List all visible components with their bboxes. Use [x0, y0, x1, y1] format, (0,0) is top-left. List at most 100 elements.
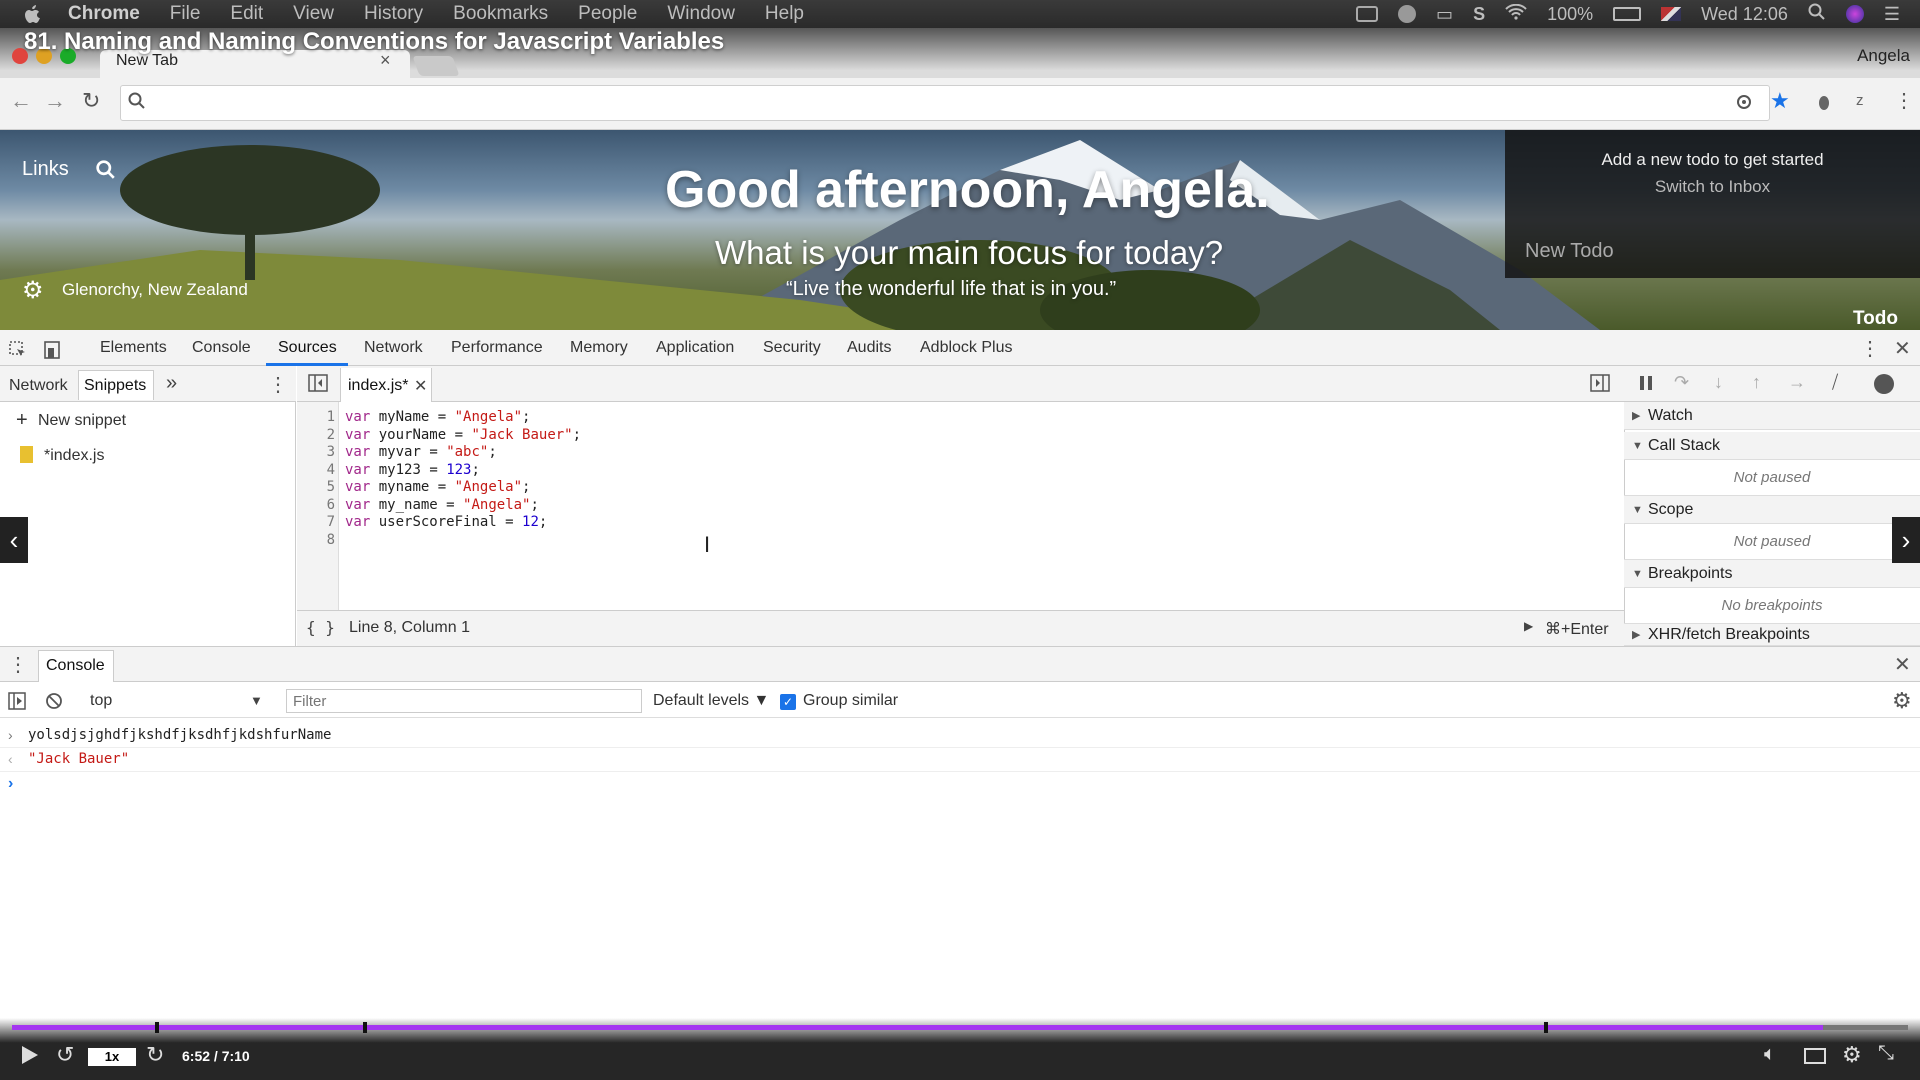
- snippet-file-item[interactable]: *index.js: [44, 447, 104, 465]
- previous-lecture-button[interactable]: ‹: [0, 517, 28, 563]
- chapter-marker[interactable]: [363, 1022, 367, 1033]
- fullscreen-exit-icon[interactable]: ⤡: [1878, 1042, 1894, 1065]
- inspect-element-icon[interactable]: [8, 340, 28, 365]
- menu-view[interactable]: View: [293, 3, 334, 25]
- forward-arrow-icon[interactable]: →: [44, 88, 66, 114]
- pretty-print-button[interactable]: { }: [306, 618, 335, 637]
- next-lecture-button[interactable]: ›: [1892, 517, 1920, 563]
- console-settings-gear-icon[interactable]: ⚙: [1892, 688, 1912, 714]
- run-icon[interactable]: ▶: [1524, 619, 1533, 633]
- tab-sources[interactable]: Sources: [278, 339, 337, 357]
- navigator-tab-network[interactable]: Network: [9, 377, 68, 395]
- navigator-menu-icon[interactable]: ⋮: [268, 372, 288, 397]
- code-line[interactable]: var myname = "Angela";: [345, 479, 530, 495]
- menu-edit[interactable]: Edit: [230, 3, 263, 25]
- search-icon[interactable]: [96, 160, 116, 185]
- chapter-marker[interactable]: [155, 1022, 159, 1033]
- xhr-breakpoints-section-header[interactable]: ▶ XHR/fetch Breakpoints: [1624, 624, 1920, 646]
- toggle-debugger-icon[interactable]: [1590, 374, 1610, 397]
- profile-name[interactable]: Angela: [1857, 46, 1910, 66]
- wifi-icon[interactable]: [1505, 3, 1527, 25]
- deactivate-breakpoints-icon[interactable]: ⧸: [1832, 372, 1838, 393]
- tab-console[interactable]: Console: [192, 339, 251, 357]
- screen-record-icon[interactable]: [1356, 6, 1379, 22]
- devtools-close-icon[interactable]: ✕: [1894, 336, 1911, 361]
- step-out-icon[interactable]: ↑: [1752, 372, 1761, 393]
- step-over-icon[interactable]: ↷: [1674, 372, 1689, 393]
- code-line[interactable]: var my123 = 123;: [345, 462, 480, 478]
- spotlight-icon[interactable]: [1808, 3, 1826, 26]
- breakpoints-section-header[interactable]: ▼ Breakpoints: [1624, 560, 1920, 588]
- tab-audits[interactable]: Audits: [847, 339, 891, 357]
- menu-people[interactable]: People: [578, 3, 637, 25]
- step-icon[interactable]: →: [1788, 372, 1806, 393]
- more-tabs-icon[interactable]: »: [166, 372, 177, 395]
- editor-tab-close-icon[interactable]: ✕: [414, 376, 427, 396]
- siri-icon[interactable]: [1845, 5, 1864, 23]
- extension-z-icon[interactable]: z: [1856, 92, 1864, 109]
- tab-adblock-plus[interactable]: Adblock Plus: [920, 339, 1013, 357]
- code-line[interactable]: var yourName = "Jack Bauer";: [345, 427, 581, 443]
- menu-app-name[interactable]: Chrome: [68, 3, 140, 25]
- forward-icon[interactable]: ↻: [146, 1042, 164, 1068]
- call-stack-section-header[interactable]: ▼ Call Stack: [1624, 432, 1920, 460]
- console-input-text[interactable]: yolsdjsjghdfjkshdfjksdhfjkdshfurName: [28, 727, 331, 743]
- group-similar-checkbox[interactable]: ✓: [780, 694, 796, 710]
- player-settings-icon[interactable]: ⚙: [1842, 1042, 1862, 1068]
- devtools-menu-icon[interactable]: ⋮: [1860, 336, 1880, 361]
- new-snippet-button[interactable]: New snippet: [38, 412, 126, 430]
- step-into-icon[interactable]: ↓: [1714, 372, 1723, 393]
- photo-location[interactable]: Glenorchy, New Zealand: [62, 280, 248, 300]
- clock[interactable]: Wed 12:06: [1701, 4, 1788, 25]
- bookmark-star-icon[interactable]: ★: [1770, 88, 1790, 114]
- tab-memory[interactable]: Memory: [570, 339, 628, 357]
- drawer-close-icon[interactable]: ✕: [1894, 652, 1911, 677]
- toggle-navigator-icon[interactable]: [308, 374, 328, 397]
- console-drawer-tab[interactable]: Console: [46, 657, 105, 675]
- console-sidebar-toggle-icon[interactable]: [8, 692, 26, 715]
- gear-icon[interactable]: ⚙: [22, 276, 44, 305]
- location-target-icon[interactable]: [1734, 92, 1754, 117]
- playback-speed-button[interactable]: 1x: [88, 1048, 136, 1066]
- menu-bookmarks[interactable]: Bookmarks: [453, 3, 548, 25]
- flag-icon[interactable]: [1661, 7, 1682, 21]
- code-line[interactable]: var myName = "Angela";: [345, 409, 530, 425]
- menu-history[interactable]: History: [364, 3, 423, 25]
- status-circle-icon[interactable]: [1398, 5, 1417, 23]
- code-line[interactable]: var myvar = "abc";: [345, 444, 497, 460]
- chapter-marker[interactable]: [1544, 1022, 1548, 1033]
- menu-help[interactable]: Help: [765, 3, 804, 25]
- daily-quote[interactable]: “Live the wonderful life that is in you.…: [786, 278, 1116, 301]
- drawer-menu-icon[interactable]: ⋮: [8, 652, 28, 677]
- pause-icon[interactable]: [1640, 376, 1652, 390]
- tab-performance[interactable]: Performance: [451, 339, 543, 357]
- context-selector[interactable]: top: [90, 692, 112, 710]
- rewind-icon[interactable]: ↺: [56, 1042, 74, 1068]
- chrome-menu-icon[interactable]: ⋮: [1894, 88, 1914, 113]
- tab-security[interactable]: Security: [763, 339, 821, 357]
- focus-prompt[interactable]: What is your main focus for today?: [715, 234, 1223, 272]
- tab-network[interactable]: Network: [364, 339, 423, 357]
- new-todo-input[interactable]: New Todo: [1525, 240, 1614, 263]
- navigator-tab-snippets[interactable]: Snippets: [84, 377, 146, 395]
- menu-file[interactable]: File: [170, 3, 201, 25]
- log-levels-dropdown[interactable]: Default levels ▼: [653, 692, 769, 710]
- clear-console-icon[interactable]: [45, 692, 63, 715]
- apple-icon[interactable]: [20, 2, 44, 26]
- switch-to-inbox-link[interactable]: Switch to Inbox: [1505, 177, 1920, 197]
- code-line[interactable]: var my_name = "Angela";: [345, 497, 539, 513]
- reload-icon[interactable]: ↻: [82, 88, 100, 114]
- skype-icon[interactable]: S: [1473, 4, 1485, 25]
- notification-center-icon[interactable]: ☰: [1884, 4, 1900, 25]
- code-line[interactable]: var userScoreFinal = 12;: [345, 514, 547, 530]
- play-icon[interactable]: [20, 1044, 40, 1071]
- todo-toggle-button[interactable]: Todo: [1853, 308, 1898, 330]
- links-button[interactable]: Links: [22, 158, 69, 181]
- extension-bug-icon[interactable]: [1814, 92, 1834, 117]
- battery-icon[interactable]: [1613, 7, 1642, 21]
- omnibox-input[interactable]: [120, 85, 1770, 121]
- display-icon[interactable]: ▭: [1436, 4, 1453, 25]
- volume-icon[interactable]: 🔈︎: [1764, 1043, 1776, 1066]
- back-arrow-icon[interactable]: ←: [10, 88, 32, 114]
- scope-section-header[interactable]: ▼ Scope: [1624, 496, 1920, 524]
